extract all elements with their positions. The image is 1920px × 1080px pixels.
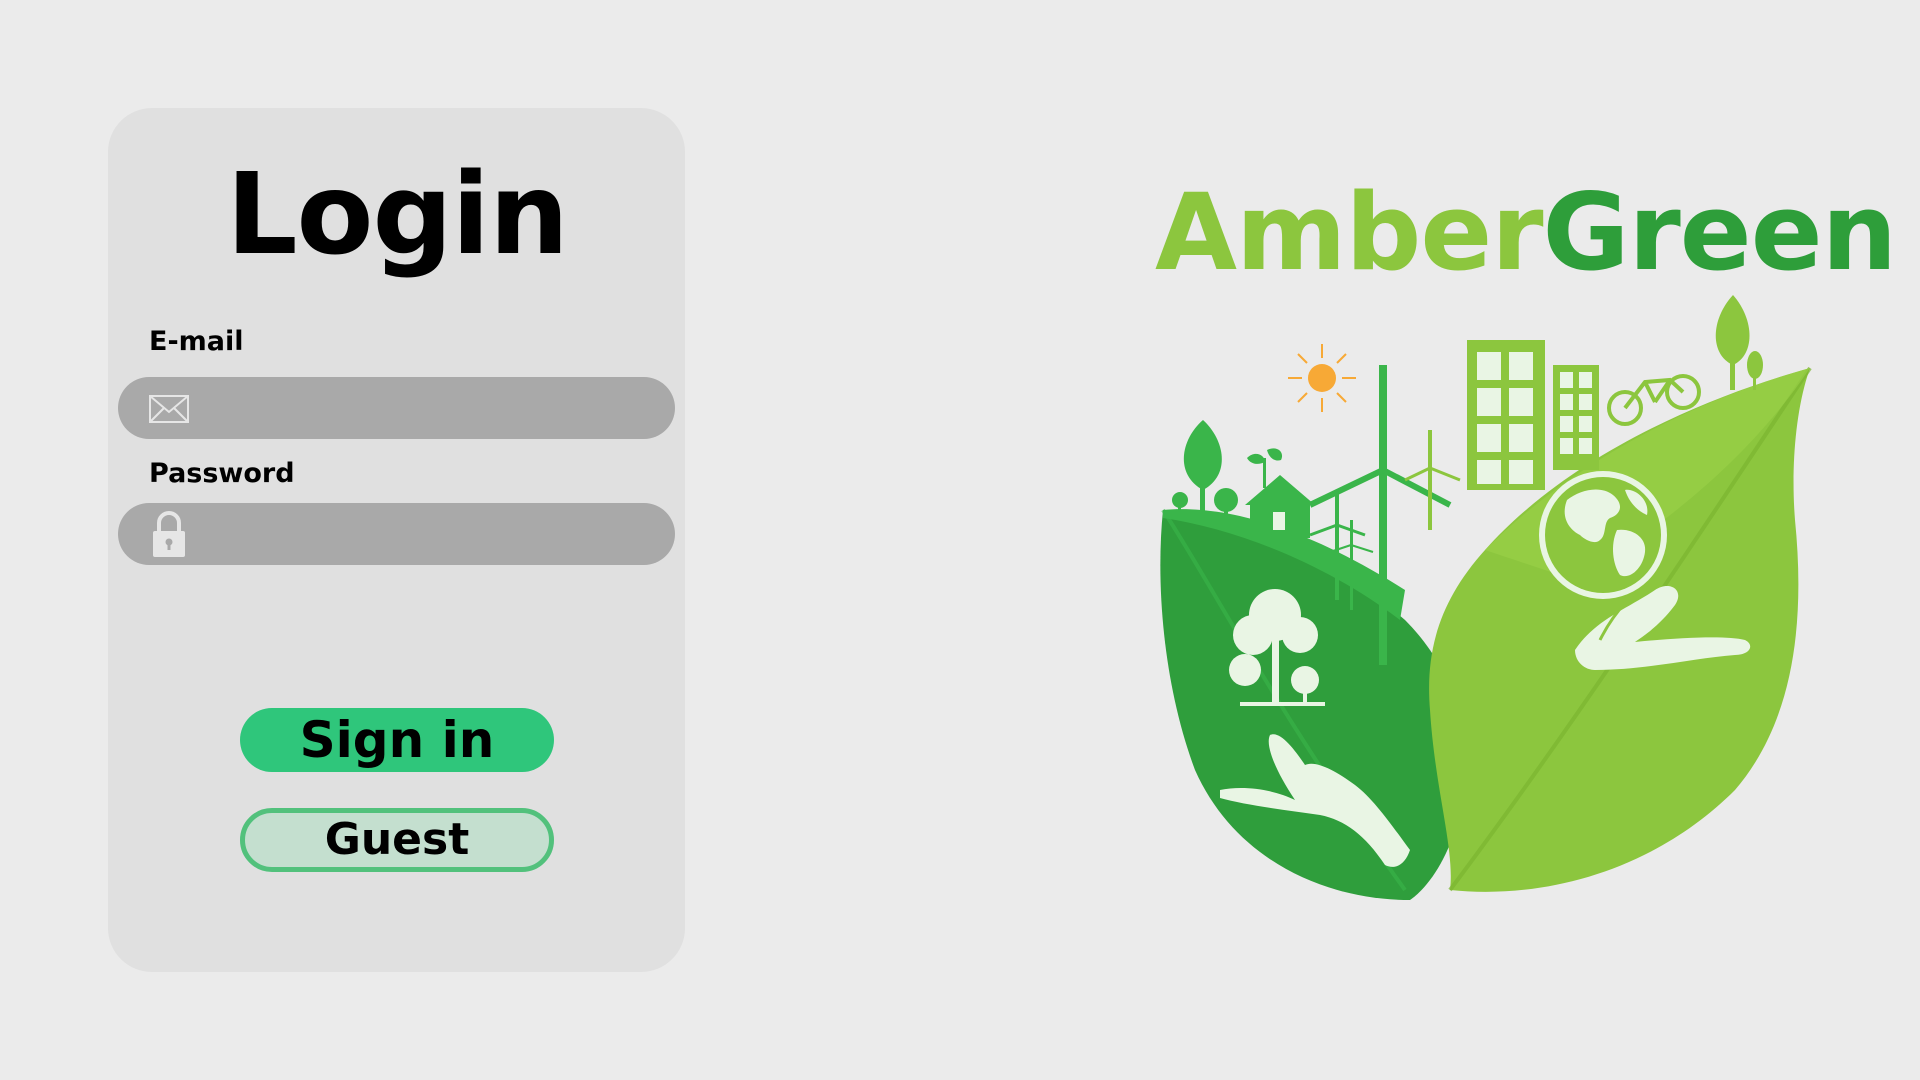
password-input[interactable] [208,503,652,567]
guest-button[interactable]: Guest [240,808,554,872]
password-field[interactable] [118,503,675,567]
eco-leaves-logo [1160,295,1812,900]
brand-name-amber: Amber [1155,171,1544,294]
envelope-icon [149,395,189,423]
brand-name: AmberGreen [1155,168,1898,298]
login-title: Login [226,150,569,280]
password-label: Password [149,458,295,489]
sign-in-button[interactable]: Sign in [240,708,554,772]
sun-icon [1288,344,1356,412]
email-input[interactable] [208,377,652,441]
brand-name-green: Green [1542,171,1898,294]
buildings-icon [1467,340,1599,490]
lock-icon [153,511,185,557]
login-screen: Login E-mail Password Sign in Guest Ambe… [0,0,1920,1080]
globe-icon [1539,471,1667,599]
email-label: E-mail [149,326,244,357]
email-field[interactable] [118,377,675,441]
house-icon [1245,475,1315,538]
